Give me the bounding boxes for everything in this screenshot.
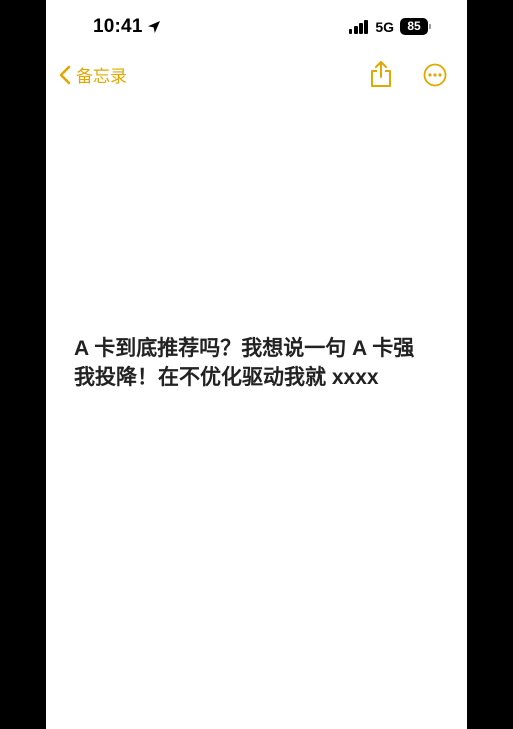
cellular-signal-icon bbox=[348, 19, 369, 34]
status-time: 10:41 bbox=[93, 16, 161, 38]
notes-app-screen: 10:41 5G 85 备忘录 A 卡到底推荐吗？我想说一句 A 卡强 我投降！… bbox=[46, 0, 467, 729]
share-icon[interactable] bbox=[368, 60, 394, 88]
location-arrow-icon bbox=[147, 21, 160, 33]
status-bar: 10:41 5G 85 bbox=[46, 0, 467, 56]
note-text-line-1: A 卡到底推荐吗？我想说一句 A 卡强 bbox=[74, 337, 415, 360]
battery-level: 85 bbox=[400, 18, 428, 35]
chevron-left-icon bbox=[59, 65, 71, 84]
status-time-label: 10:41 bbox=[93, 16, 143, 37]
nav-bar: 备忘录 bbox=[46, 56, 467, 96]
ellipsis-circle-icon[interactable] bbox=[423, 63, 447, 87]
screen: 10:41 5G 85 备忘录 A 卡到底推荐吗？我想说一句 A 卡强 我投降！… bbox=[0, 0, 513, 729]
back-button[interactable]: 备忘录 bbox=[58, 62, 127, 87]
back-button-label: 备忘录 bbox=[76, 67, 127, 86]
note-body[interactable]: A 卡到底推荐吗？我想说一句 A 卡强 我投降！在不优化驱动我就 xxxx bbox=[74, 334, 454, 392]
note-text-line-2: 我投降！在不优化驱动我就 xxxx bbox=[74, 366, 379, 389]
battery-cap bbox=[429, 24, 431, 29]
status-indicators: 5G 85 bbox=[348, 18, 431, 35]
battery-icon: 85 bbox=[400, 18, 431, 35]
network-type: 5G bbox=[375, 18, 394, 35]
